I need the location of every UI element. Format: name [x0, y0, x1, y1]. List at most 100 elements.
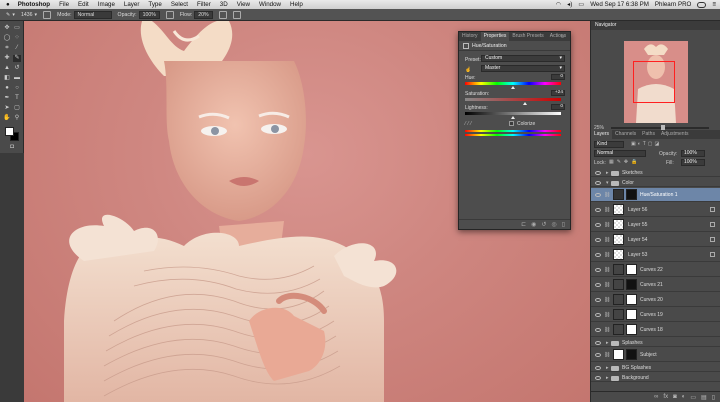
menu-layer[interactable]: Layer: [124, 1, 139, 8]
layer-name[interactable]: Layer 55: [628, 222, 647, 228]
layer-opacity-field[interactable]: 100%: [681, 150, 705, 157]
visibility-eye-icon[interactable]: [595, 328, 601, 332]
new-group-icon[interactable]: ▭: [690, 394, 696, 401]
visibility-eye-icon[interactable]: [595, 376, 601, 380]
chevron-right-icon[interactable]: ▸: [606, 340, 609, 346]
navigator-tab[interactable]: Navigator: [591, 21, 720, 30]
foreground-color-swatch[interactable]: [5, 127, 14, 136]
clip-to-layer-icon[interactable]: ⊏: [521, 221, 526, 228]
reset-icon[interactable]: ↺: [541, 221, 546, 228]
mode-select[interactable]: Normal: [73, 10, 112, 19]
volume-icon[interactable]: ◂): [567, 1, 572, 8]
crop-tool-icon[interactable]: ⌗: [3, 45, 11, 52]
layer-row[interactable]: ⛓ Curves 20: [591, 293, 720, 307]
tab-brush-presets[interactable]: Brush Presets: [509, 32, 546, 41]
brush-panel-toggle[interactable]: [43, 10, 52, 19]
mask-thumbnail[interactable]: [626, 279, 637, 290]
saturation-slider-track[interactable]: [465, 98, 561, 101]
layer-name[interactable]: Curves 21: [640, 282, 663, 288]
pressure-size-toggle[interactable]: [232, 10, 241, 19]
layer-row[interactable]: ▸ Splashes: [591, 338, 720, 347]
quick-select-tool-icon[interactable]: ⁘: [13, 35, 21, 42]
chevron-right-icon[interactable]: ▸: [606, 170, 609, 176]
blur-tool-icon[interactable]: ●: [3, 85, 11, 92]
layer-name[interactable]: Layer 54: [628, 237, 647, 243]
clock[interactable]: Wed Sep 17 6:38 PM: [590, 1, 649, 8]
navigator-view-box[interactable]: [633, 61, 675, 103]
visibility-eye-icon[interactable]: [595, 238, 601, 242]
mask-thumbnail[interactable]: [626, 349, 637, 360]
lightness-slider-thumb[interactable]: [511, 116, 515, 119]
lock-icons[interactable]: ▦✎✥🔒: [609, 159, 640, 165]
layer-row[interactable]: ⛓ Layer 54: [591, 233, 720, 247]
visibility-eye-icon[interactable]: [595, 193, 601, 197]
eyedropper-icons[interactable]: ⁄⁄⁄: [465, 121, 474, 127]
tab-history[interactable]: History: [459, 32, 481, 41]
layer-row[interactable]: ⛓ Layer 53: [591, 248, 720, 262]
marquee-tool-icon[interactable]: ▭: [13, 25, 21, 32]
move-tool-icon[interactable]: ✥: [3, 25, 11, 32]
history-brush-tool-icon[interactable]: ↺: [13, 65, 21, 72]
layer-row[interactable]: ▸ Background: [591, 373, 720, 382]
lightness-slider-track[interactable]: [465, 112, 561, 115]
visibility-eye-icon[interactable]: [595, 208, 601, 212]
layer-row[interactable]: ⛓ Layer 56: [591, 203, 720, 217]
layer-name[interactable]: Layer 56: [628, 207, 647, 213]
brush-tool-icon[interactable]: ✎: [13, 55, 21, 62]
visibility-eye-icon[interactable]: [595, 283, 601, 287]
tab-properties[interactable]: Properties: [480, 32, 510, 41]
visibility-eye-icon[interactable]: [595, 253, 601, 257]
layer-row[interactable]: ⛓ Subject: [591, 348, 720, 362]
mask-thumbnail[interactable]: [626, 324, 637, 335]
layer-name[interactable]: Curves 19: [640, 312, 663, 318]
apple-menu-icon[interactable]: ●: [6, 1, 10, 8]
hue-slider-track[interactable]: [465, 82, 561, 85]
brush-tool-preset[interactable]: ✎ ▾: [6, 12, 15, 18]
layer-name[interactable]: Sketches: [622, 170, 643, 176]
layer-row[interactable]: ▸ BG Splashes: [591, 363, 720, 372]
dodge-tool-icon[interactable]: ○: [13, 85, 21, 92]
eraser-tool-icon[interactable]: ◧: [3, 75, 11, 82]
mask-thumbnail[interactable]: [626, 264, 637, 275]
layer-kind-filter[interactable]: Kind: [594, 141, 624, 148]
menu-view[interactable]: View: [237, 1, 250, 8]
channel-select[interactable]: Master: [481, 65, 565, 72]
visibility-eye-icon[interactable]: [595, 171, 601, 175]
battery-icon[interactable]: ▭: [578, 1, 584, 8]
layer-name[interactable]: Splashes: [622, 340, 643, 346]
clone-stamp-tool-icon[interactable]: ▲: [3, 65, 11, 72]
layer-name[interactable]: Curves 20: [640, 297, 663, 303]
notification-center-icon[interactable]: ≡: [712, 1, 716, 8]
opacity-field[interactable]: 100%: [138, 10, 160, 19]
menu-file[interactable]: File: [59, 1, 69, 8]
new-layer-icon[interactable]: ▤: [701, 394, 707, 401]
user-name[interactable]: Phlearn PRO: [655, 1, 691, 8]
menu-type[interactable]: Type: [148, 1, 161, 8]
layer-row[interactable]: ▸ Sketches: [591, 168, 720, 177]
visibility-eye-icon[interactable]: [595, 313, 601, 317]
visibility-eye-icon[interactable]: [595, 223, 601, 227]
tab-adjustments[interactable]: Adjustments: [658, 130, 692, 139]
airbrush-toggle[interactable]: [218, 10, 227, 19]
chevron-right-icon[interactable]: ▸: [606, 365, 609, 371]
chevron-right-icon[interactable]: ▸: [606, 375, 609, 381]
layer-name[interactable]: Background: [622, 375, 649, 381]
visibility-eye-icon[interactable]: [595, 181, 601, 185]
layer-name[interactable]: Subject: [640, 352, 657, 358]
layer-name[interactable]: Curves 18: [640, 327, 663, 333]
saturation-value[interactable]: +24: [551, 90, 565, 96]
saturation-slider-thumb[interactable]: [522, 102, 527, 105]
visibility-eye-icon[interactable]: [595, 268, 601, 272]
tab-layers[interactable]: Layers: [591, 130, 613, 139]
mask-thumbnail[interactable]: [626, 309, 637, 320]
layer-row[interactable]: ⛓ Hue/Saturation 1: [591, 188, 720, 202]
menu-edit[interactable]: Edit: [78, 1, 89, 8]
menu-help[interactable]: Help: [290, 1, 303, 8]
layer-name[interactable]: Layer 53: [628, 252, 647, 258]
menu-app-name[interactable]: Photoshop: [18, 1, 50, 8]
visibility-icon[interactable]: ◎: [551, 221, 556, 228]
layer-row[interactable]: ▾ Color: [591, 178, 720, 187]
zoom-tool-icon[interactable]: ⚲: [13, 115, 21, 122]
link-layers-icon[interactable]: ∞: [654, 394, 658, 400]
visibility-eye-icon[interactable]: [595, 353, 601, 357]
